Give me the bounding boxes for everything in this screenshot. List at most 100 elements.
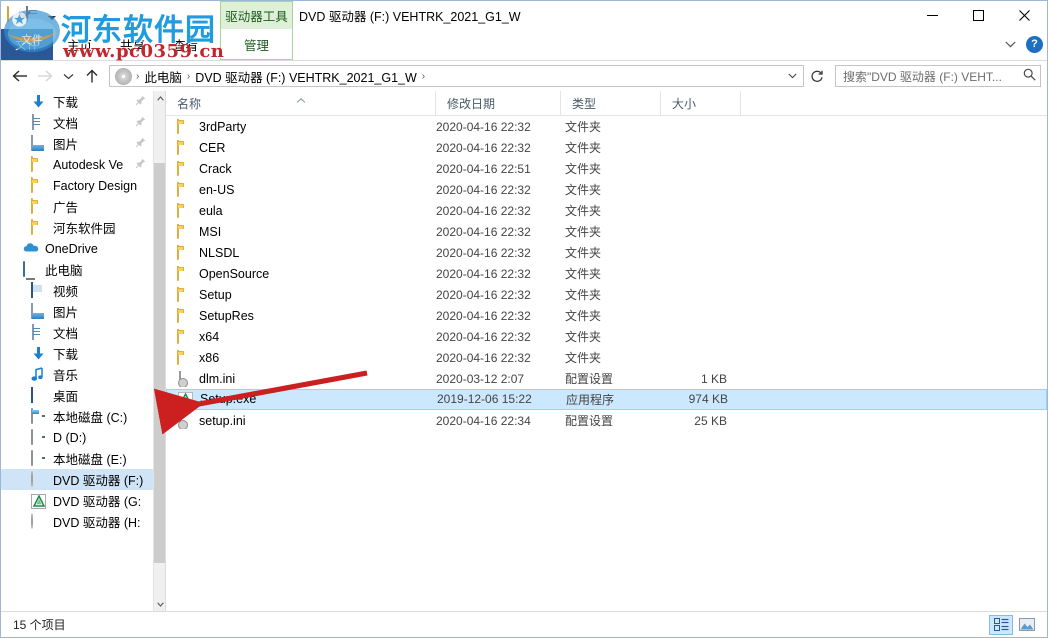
- table-row[interactable]: SetupRes2020-04-16 22:32文件夹: [166, 305, 1047, 326]
- column-header-date-label: 修改日期: [447, 95, 495, 112]
- breadcrumb-bar[interactable]: › 此电脑 › DVD 驱动器 (F:) VEHTRK_2021_G1_W ›: [109, 65, 804, 87]
- sidebar-item-[interactable]: 图片: [1, 301, 153, 322]
- table-row[interactable]: 3rdParty2020-04-16 22:32文件夹: [166, 116, 1047, 137]
- details-view-icon[interactable]: [989, 615, 1013, 635]
- tab-manage[interactable]: 管理: [221, 29, 292, 59]
- navigation-scrollbar[interactable]: [153, 91, 165, 611]
- pin-icon[interactable]: [135, 95, 147, 107]
- sidebar-item-[interactable]: 音乐: [1, 364, 153, 385]
- tab-home[interactable]: 主页: [53, 29, 106, 60]
- sidebar-item-[interactable]: 文档: [1, 112, 153, 133]
- sidebar-item-factory-design[interactable]: Factory Design: [1, 175, 153, 196]
- back-button[interactable]: [9, 65, 31, 87]
- file-date-cell: 2020-04-16 22:32: [436, 330, 561, 344]
- breadcrumb-separator: ›: [185, 71, 192, 82]
- table-row[interactable]: OpenSource2020-04-16 22:32文件夹: [166, 263, 1047, 284]
- tab-view[interactable]: 查看: [159, 29, 212, 60]
- search-input[interactable]: 搜索"DVD 驱动器 (F:) VEHT...: [843, 68, 1023, 85]
- sidebar-item-autodesk-ve[interactable]: Autodesk Ve: [1, 154, 153, 175]
- chevron-down-icon[interactable]: [45, 9, 59, 25]
- file-name-label: setup.ini: [199, 414, 246, 428]
- refresh-button[interactable]: [806, 65, 828, 87]
- dvd-drive-autodesk-icon: [31, 493, 47, 509]
- hard-drive-icon: [31, 430, 47, 446]
- table-row[interactable]: CER2020-04-16 22:32文件夹: [166, 137, 1047, 158]
- sidebar-item-[interactable]: 下载: [1, 91, 153, 112]
- sidebar-item-dvd-f[interactable]: DVD 驱动器 (F:): [1, 469, 153, 490]
- file-date-label: 2020-04-16 22:32: [436, 288, 531, 302]
- table-row[interactable]: dlm.ini2020-03-12 2:07配置设置1 KB: [166, 368, 1047, 389]
- column-headers: 名称 修改日期 类型 大小: [166, 91, 1047, 116]
- sidebar-item-dvd-g[interactable]: DVD 驱动器 (G:: [1, 490, 153, 511]
- sidebar-item-[interactable]: 桌面: [1, 385, 153, 406]
- table-row[interactable]: eula2020-04-16 22:32文件夹: [166, 200, 1047, 221]
- minimize-button[interactable]: [909, 1, 955, 29]
- column-header-date[interactable]: 修改日期: [436, 91, 561, 115]
- breadcrumb-dropdown[interactable]: [783, 66, 801, 86]
- file-date-label: 2020-04-16 22:32: [436, 225, 531, 239]
- file-type-cell: 文件夹: [561, 223, 661, 240]
- sidebar-item-[interactable]: 视频: [1, 280, 153, 301]
- table-row[interactable]: x642020-04-16 22:32文件夹: [166, 326, 1047, 347]
- file-size-cell: 974 KB: [662, 392, 742, 406]
- file-name-cell: Setup: [166, 287, 436, 303]
- table-row[interactable]: MSI2020-04-16 22:32文件夹: [166, 221, 1047, 242]
- table-row[interactable]: setup.ini2020-04-16 22:34配置设置25 KB: [166, 410, 1047, 431]
- table-row[interactable]: NLSDL2020-04-16 22:32文件夹: [166, 242, 1047, 263]
- sidebar-item-label: 此电脑: [45, 260, 83, 279]
- file-name-label: Setup.exe: [200, 392, 256, 406]
- file-date-label: 2020-04-16 22:34: [436, 414, 531, 428]
- file-date-label: 2020-04-16 22:32: [436, 267, 531, 281]
- search-icon[interactable]: [1023, 68, 1036, 84]
- help-icon[interactable]: ?: [1026, 36, 1043, 53]
- folder-icon: [177, 245, 193, 261]
- sidebar-item-[interactable]: 河东软件园: [1, 217, 153, 238]
- file-name-cell: x64: [166, 329, 436, 345]
- table-row[interactable]: Setup2020-04-16 22:32文件夹: [166, 284, 1047, 305]
- folder-icon: [177, 329, 193, 345]
- sidebar-item-onedrive[interactable]: OneDrive: [1, 238, 153, 259]
- table-row[interactable]: Crack2020-04-16 22:51文件夹: [166, 158, 1047, 179]
- maximize-button[interactable]: [955, 1, 1001, 29]
- sidebar-item-[interactable]: 文档: [1, 322, 153, 343]
- breadcrumb-item-this-pc[interactable]: 此电脑: [141, 67, 185, 86]
- scroll-up-icon[interactable]: [154, 91, 166, 105]
- table-row[interactable]: en-US2020-04-16 22:32文件夹: [166, 179, 1047, 200]
- sidebar-item-[interactable]: 广告: [1, 196, 153, 217]
- sidebar-item-label: 本地磁盘 (C:): [53, 407, 127, 426]
- recent-locations-button[interactable]: [57, 65, 79, 87]
- pin-icon[interactable]: [135, 116, 147, 128]
- close-button[interactable]: [1001, 1, 1047, 29]
- search-box[interactable]: 搜索"DVD 驱动器 (F:) VEHT...: [835, 65, 1041, 87]
- large-icons-view-icon[interactable]: [1015, 615, 1039, 635]
- column-header-type[interactable]: 类型: [561, 91, 661, 115]
- table-row[interactable]: Setup.exe2019-12-06 15:22应用程序974 KB: [166, 389, 1047, 410]
- breadcrumb-item-dvd-drive[interactable]: DVD 驱动器 (F:) VEHTRK_2021_G1_W: [192, 67, 420, 86]
- pin-icon[interactable]: [135, 158, 147, 170]
- sidebar-item-[interactable]: 下载: [1, 343, 153, 364]
- column-header-name[interactable]: 名称: [166, 91, 436, 115]
- title-bar: DVD 驱动器 (F:) VEHTRK_2021_G1_W: [1, 1, 1047, 29]
- up-button[interactable]: [81, 65, 103, 87]
- tab-share[interactable]: 共享: [106, 29, 159, 60]
- chevron-down-icon[interactable]: [1001, 35, 1019, 53]
- tab-file[interactable]: 文件: [1, 29, 53, 60]
- pin-icon[interactable]: [135, 137, 147, 149]
- navigation-scrollbar-thumb[interactable]: [154, 163, 166, 563]
- properties-icon[interactable]: [26, 7, 42, 23]
- sidebar-item-c[interactable]: 本地磁盘 (C:): [1, 406, 153, 427]
- sidebar-item-d-d[interactable]: D (D:): [1, 427, 153, 448]
- forward-button[interactable]: [33, 65, 55, 87]
- column-header-size[interactable]: 大小: [661, 91, 741, 115]
- sidebar-item-[interactable]: 图片: [1, 133, 153, 154]
- file-date-cell: 2020-04-16 22:32: [436, 288, 561, 302]
- navigation-pane: 下载文档图片Autodesk VeFactory Design广告河东软件园On…: [1, 91, 166, 611]
- table-row[interactable]: x862020-04-16 22:32文件夹: [166, 347, 1047, 368]
- chevron-down-icon[interactable]: [783, 66, 801, 86]
- sidebar-item-[interactable]: 此电脑: [1, 259, 153, 280]
- scroll-down-icon[interactable]: [154, 597, 166, 611]
- sidebar-item-e[interactable]: 本地磁盘 (E:): [1, 448, 153, 469]
- file-type-label: 文件夹: [565, 118, 601, 135]
- sidebar-item-dvd-h[interactable]: DVD 驱动器 (H:: [1, 511, 153, 532]
- sidebar-item-label: 本地磁盘 (E:): [53, 449, 127, 468]
